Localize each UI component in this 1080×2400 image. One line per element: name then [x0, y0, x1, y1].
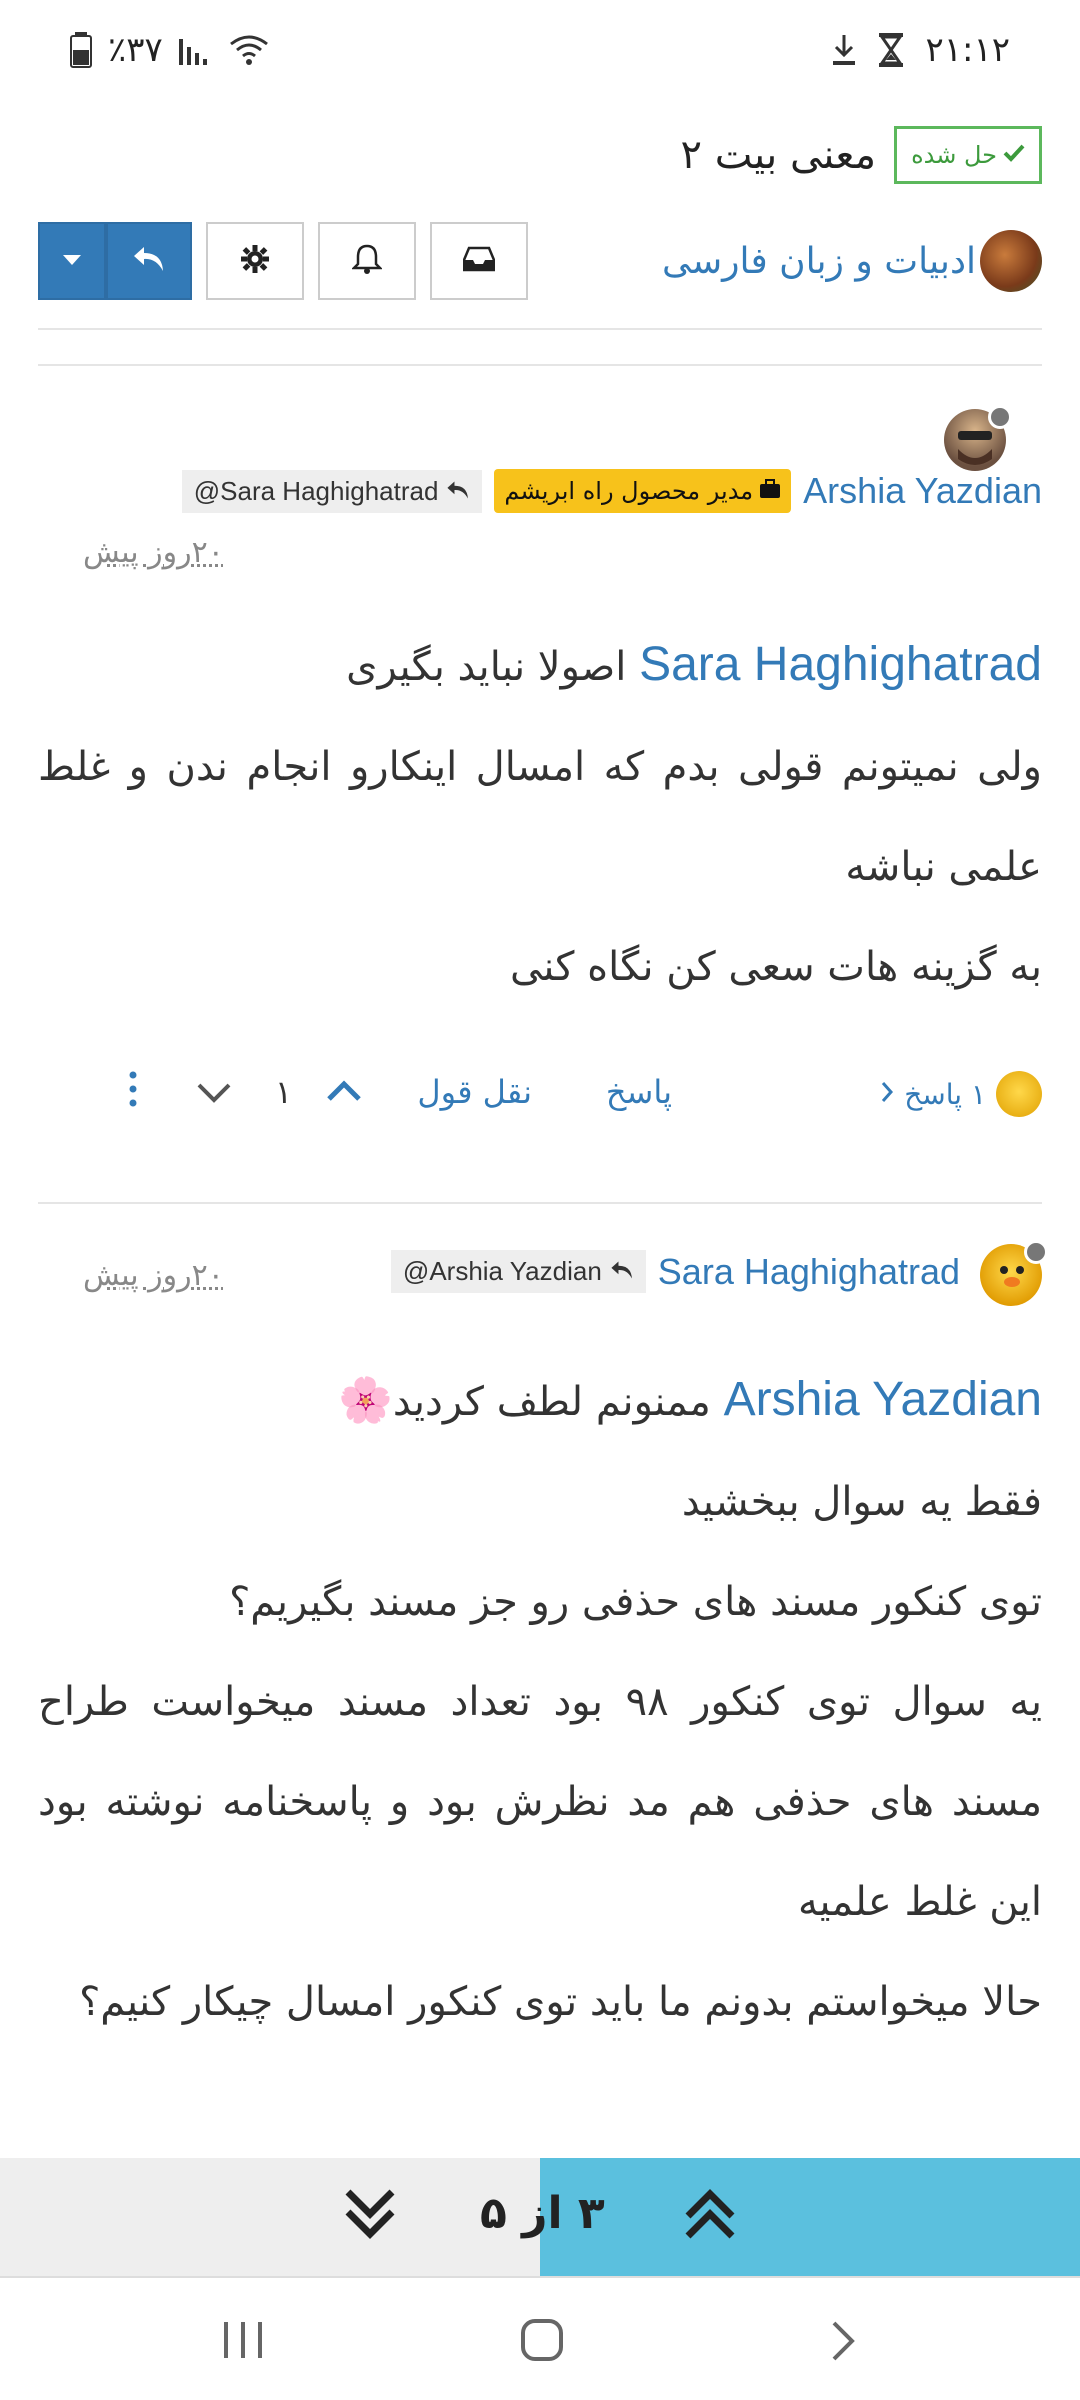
wifi-icon [229, 34, 269, 66]
author-name[interactable]: Sara Haghighatrad [658, 1251, 960, 1293]
scroll-top-icon[interactable] [680, 2184, 740, 2248]
reply-to-name: @Sara Haghighatrad [193, 475, 439, 506]
content-text: اصولا نباید بگیری [346, 644, 640, 690]
mention-link[interactable]: Sara Haghighatrad [639, 638, 1042, 691]
flower-emoji: 🌸 [338, 1375, 393, 1426]
unread-button[interactable] [430, 222, 528, 300]
post-footer: ۱ پاسخ پاسخ نقل قول ۱ [38, 1065, 1042, 1125]
post-2: Sara Haghighatrad @Arshia Yazdian ۲۰روز … [38, 1240, 1048, 2052]
post-time[interactable]: ۲۰روز پیش [83, 535, 224, 570]
reply-to-name: @Arshia Yazdian [402, 1256, 602, 1286]
post-content: Sara Haghighatrad اصولا نباید بگیری ولی … [38, 615, 1042, 1017]
vote-count: ۱ [274, 1073, 292, 1111]
clock: ۲۱:۱۲ [925, 30, 1010, 70]
mention-link[interactable]: Arshia Yazdian [724, 1373, 1042, 1426]
solved-label: حل شده [911, 141, 997, 169]
post-time[interactable]: ۲۰روز پیش [83, 1258, 224, 1293]
category-name: ادبیات و زبان فارسی [661, 240, 976, 282]
home-icon[interactable] [520, 2318, 564, 2366]
status-dot [988, 405, 1012, 429]
downvote-icon[interactable] [196, 1081, 232, 1109]
scroll-bottom-icon[interactable] [340, 2184, 400, 2248]
status-dot [1024, 1240, 1048, 1264]
author-line: Sara Haghighatrad @Arshia Yazdian [390, 1250, 960, 1293]
reply-icon [446, 476, 470, 507]
topic-buttons [38, 222, 528, 300]
post-divider [38, 1202, 1042, 1204]
title-row: حل شده معنی بیت ۲ [38, 120, 1042, 190]
pagination-bar: ۳ از ۵ [0, 2158, 1080, 2276]
recent-apps-icon[interactable] [222, 2320, 264, 2364]
more-options-icon[interactable] [129, 1071, 137, 1111]
reply-icon [132, 245, 166, 277]
reply-icon [610, 1256, 634, 1287]
post-content: Arshia Yazdian ممنونم لطف کردید🌸 فقط یه … [38, 1350, 1042, 2052]
download-icon [831, 33, 857, 67]
gear-icon [241, 245, 269, 277]
header-divider-1 [38, 328, 1042, 330]
content-paragraph: توی کنکور مسند های حذفی رو جز مسند بگیری… [229, 1579, 1042, 1625]
quote-link[interactable]: نقل قول [417, 1073, 532, 1111]
caret-down-icon [63, 252, 81, 271]
header-divider-2 [38, 364, 1042, 366]
chevron-right-icon [880, 1081, 894, 1107]
topic-header: حل شده معنی بیت ۲ ادبیات و زبان فارسی [38, 120, 1042, 320]
replier-avatar [996, 1071, 1042, 1117]
reply-button[interactable] [106, 222, 192, 300]
status-bar: ٪۳۷ ۲۱:۱۲ [0, 0, 1080, 110]
topic-toolbar: ادبیات و زبان فارسی [38, 220, 1042, 320]
check-icon [1003, 141, 1025, 169]
category-link[interactable]: ادبیات و زبان فارسی [662, 220, 1042, 302]
replies-toggle[interactable]: ۱ پاسخ [880, 1071, 1042, 1117]
battery-icon [70, 32, 92, 68]
post-header: Sara Haghighatrad @Arshia Yazdian ۲۰روز … [38, 1240, 1048, 1320]
upvote-icon[interactable] [326, 1079, 362, 1107]
content-paragraph: ولی نمیتونم قولی بدم که امسال اینکارو ان… [38, 744, 1042, 890]
briefcase-icon [759, 477, 781, 505]
pagination-label[interactable]: ۳ از ۵ [480, 2188, 605, 2239]
content-line: Sara Haghighatrad اصولا نباید بگیری [38, 615, 1042, 717]
bell-icon [350, 243, 384, 279]
reply-to-link[interactable]: @Arshia Yazdian [390, 1250, 646, 1293]
status-left: ٪۳۷ [70, 30, 269, 70]
reply-button-group [38, 222, 192, 300]
reply-to-link[interactable]: @Sara Haghighatrad [181, 469, 483, 513]
author-name[interactable]: Arshia Yazdian [803, 470, 1042, 512]
avatar[interactable] [944, 405, 1012, 471]
avatar[interactable] [980, 1240, 1048, 1306]
category-avatar [980, 230, 1042, 292]
content-line: Arshia Yazdian ممنونم لطف کردید🌸 [38, 1350, 1042, 1452]
content-paragraph: حالا میخواستم بدونم ما باید توی کنکور ام… [79, 1979, 1042, 2025]
content-paragraph: به گزینه هات سعی کن نگاه کنی [509, 944, 1042, 990]
solved-badge: حل شده [894, 126, 1042, 184]
hourglass-icon [879, 33, 904, 67]
reply-dropdown-button[interactable] [38, 222, 106, 300]
content-text: ممنونم لطف کردید [392, 1379, 724, 1425]
role-badge: مدیر محصول راه ابریشم [494, 469, 792, 513]
post-1: Arshia Yazdian مدیر محصول راه ابریشم @Sa… [38, 405, 1042, 1117]
reply-link[interactable]: پاسخ [606, 1073, 672, 1111]
status-right: ۲۱:۱۲ [831, 30, 1010, 70]
pagination-progress [540, 2158, 1080, 2276]
system-nav-bar [0, 2276, 1080, 2400]
post-header: Arshia Yazdian مدیر محصول راه ابریشم @Sa… [38, 405, 1042, 585]
watch-button[interactable] [318, 222, 416, 300]
content-paragraph: فقط یه سوال ببخشید [681, 1479, 1042, 1525]
tools-button[interactable] [206, 222, 304, 300]
signal-icon [178, 35, 213, 65]
content-paragraph: یه سوال توی کنکور ۹۸ بود تعداد مسند میخو… [38, 1679, 1042, 1925]
topic-title: معنی بیت ۲ [680, 132, 877, 178]
battery-percent: ٪۳۷ [108, 30, 163, 70]
author-line: Arshia Yazdian مدیر محصول راه ابریشم @Sa… [181, 469, 1042, 513]
role-label: مدیر محصول راه ابریشم [504, 477, 754, 505]
back-icon[interactable] [830, 2320, 856, 2366]
replies-count: ۱ پاسخ [904, 1077, 986, 1111]
inbox-icon [462, 246, 496, 276]
